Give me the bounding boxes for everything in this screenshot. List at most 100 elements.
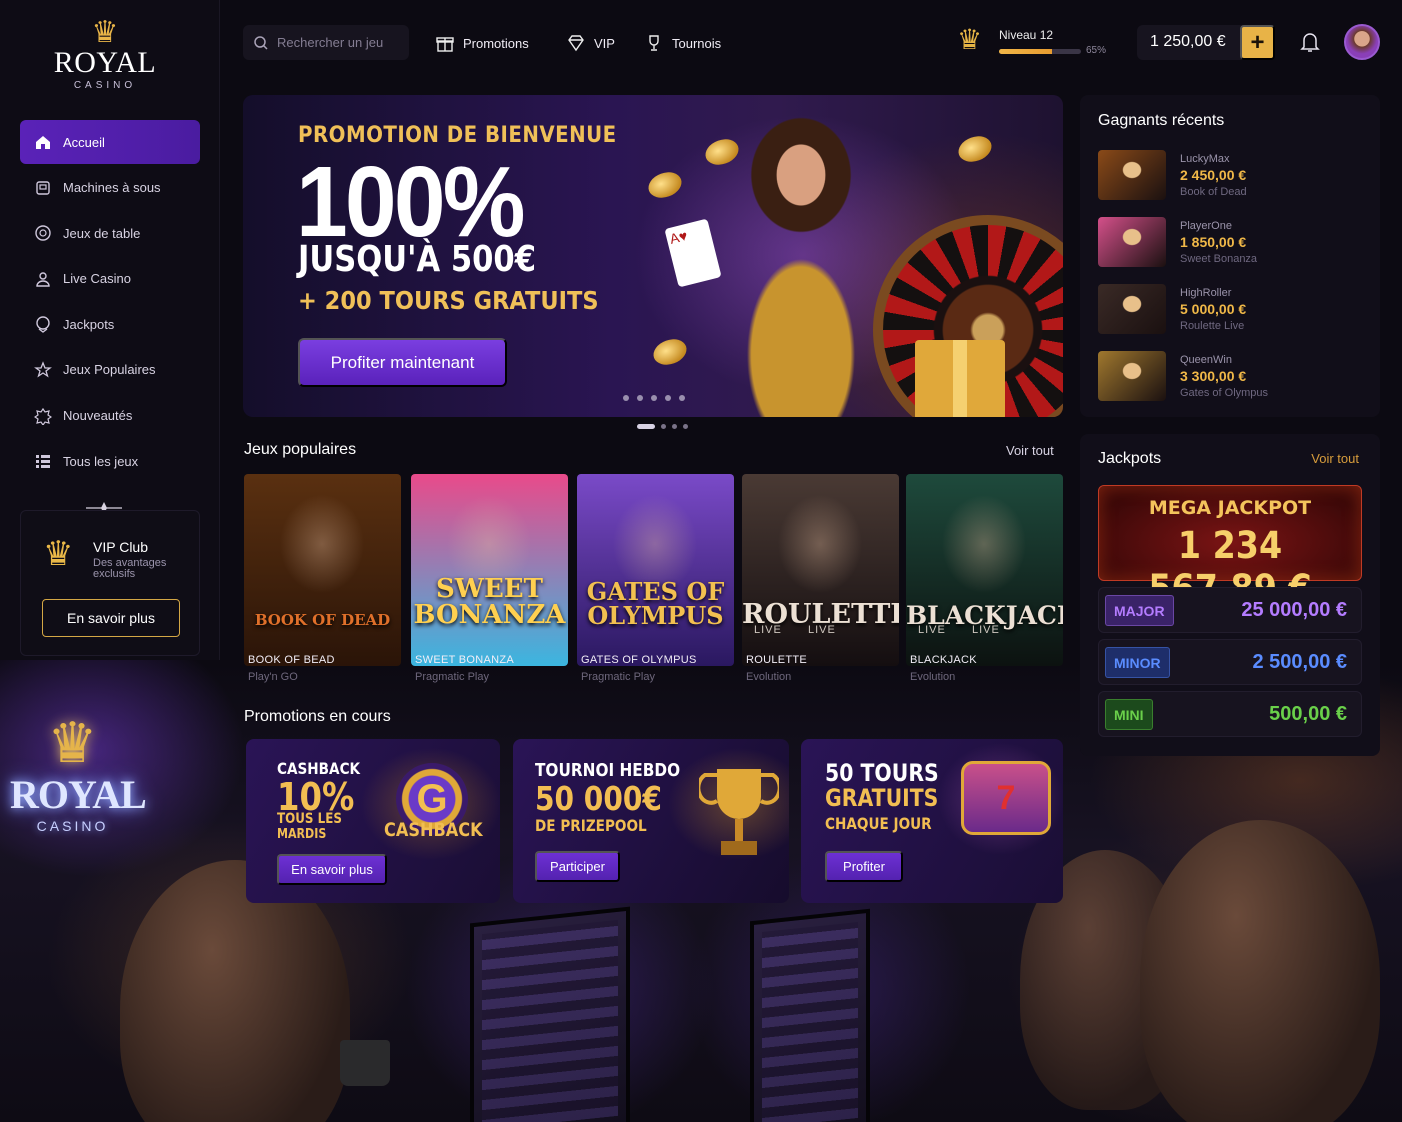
winner-game-thumbnail xyxy=(1098,351,1166,401)
carousel-dot[interactable] xyxy=(683,424,688,429)
brand-logo[interactable]: ♛ ROYAL CASINO xyxy=(40,16,170,92)
cashback-learn-more-button[interactable]: En savoir plus xyxy=(277,854,387,885)
winner-item[interactable]: HighRoller 5 000,00 € Roulette Live xyxy=(1098,284,1368,336)
game-name: BLACKJACK xyxy=(910,654,977,666)
chip-icon xyxy=(35,225,51,241)
winner-item[interactable]: PlayerOne 1 850,00 € Sweet Bonanza xyxy=(1098,217,1368,269)
vip-crown-icon: ♛ xyxy=(43,535,74,573)
jackpot-tier-value: 25 000,00 € xyxy=(1241,599,1347,621)
mega-jackpot-card[interactable]: MEGA JACKPOT 1 234 567,89 € xyxy=(1098,485,1362,610)
coffee-mug xyxy=(340,1040,390,1086)
vip-description: Des avantages exclusifs xyxy=(93,557,167,580)
search-input[interactable] xyxy=(277,35,397,50)
brand-subtitle: CASINO xyxy=(73,80,137,91)
level-label: Niveau 12 xyxy=(999,28,1054,42)
sidebar-item-jackpots[interactable]: Jackpots xyxy=(20,302,200,346)
popular-games-row: BOOK OF DEAD BOOK OF BEAD Play'n GO SWEE… xyxy=(244,474,1064,689)
recent-winners-panel: Gagnants récents LuckyMax 2 450,00 € Boo… xyxy=(1080,95,1380,417)
popular-see-all-link[interactable]: Voir tout xyxy=(1006,443,1054,458)
game-card[interactable]: BOOK OF DEAD BOOK OF BEAD Play'n GO xyxy=(244,474,401,689)
carousel-dot[interactable] xyxy=(672,424,677,429)
coin-image xyxy=(954,131,996,167)
top-bar: Promotions VIP Tournois ♛ Niveau 12 65% … xyxy=(220,0,1402,84)
hero-inner-dots xyxy=(623,395,685,401)
winner-game: Book of Dead xyxy=(1180,186,1247,198)
winner-item[interactable]: LuckyMax 2 450,00 € Book of Dead xyxy=(1098,150,1368,202)
wallet-balance[interactable]: 1 250,00 € + xyxy=(1137,25,1275,60)
deposit-button[interactable]: + xyxy=(1240,25,1275,60)
trophy-icon xyxy=(649,35,659,51)
game-thumbnail[interactable]: ROULETTE LIVE LIVE xyxy=(742,474,899,666)
sidebar-item-live-casino[interactable]: Live Casino xyxy=(20,257,200,301)
winner-amount: 3 300,00 € xyxy=(1180,368,1247,384)
game-name: SWEET BONANZA xyxy=(415,654,515,666)
sidebar-item-accueil[interactable]: Accueil xyxy=(20,120,200,164)
jackpot-tier-value: 2 500,00 € xyxy=(1252,651,1347,673)
sidebar-item-machines-a-sous[interactable]: Machines à sous xyxy=(20,166,200,210)
winner-game: Roulette Live xyxy=(1180,320,1245,332)
vip-learn-more-button[interactable]: En savoir plus xyxy=(42,599,180,637)
winner-item[interactable]: QueenWin 3 300,00 € Gates of Olympus xyxy=(1098,351,1368,403)
sidebar-item-jeux-de-table[interactable]: Jeux de table xyxy=(20,211,200,255)
winner-amount: 2 450,00 € xyxy=(1180,167,1247,183)
slot-machine-icon xyxy=(36,180,50,195)
list-icon xyxy=(36,455,50,469)
winner-game: Gates of Olympus xyxy=(1180,387,1269,399)
jackpots-see-all-link[interactable]: Voir tout xyxy=(1311,451,1359,466)
winner-amount: 5 000,00 € xyxy=(1180,301,1247,317)
winner-game-thumbnail xyxy=(1098,284,1166,334)
winner-game-thumbnail xyxy=(1098,150,1166,200)
mega-jackpot-label: MEGA JACKPOT xyxy=(1148,497,1312,519)
sidebar-item-label: Jeux Populaires xyxy=(63,362,156,378)
jackpot-tier-tag: MAJOR xyxy=(1105,595,1174,626)
bell-icon[interactable] xyxy=(1300,31,1320,53)
game-thumbnail[interactable]: GATES OF OLYMPUS xyxy=(577,474,734,666)
sidebar-item-label: Jackpots xyxy=(63,316,115,332)
jackpot-tier-minor[interactable]: MINOR 2 500,00 € xyxy=(1098,639,1362,685)
hero-upto: JUSQU'À 500€ xyxy=(298,239,537,280)
vip-club-card: ♛ VIP Club Des avantages exclusifs En sa… xyxy=(20,510,200,656)
level-crown-icon: ♛ xyxy=(957,24,983,55)
winner-amount: 1 850,00 € xyxy=(1180,234,1247,250)
dealer-icon xyxy=(36,272,50,287)
promo-card-free-spins[interactable]: 50 TOURS GRATUITS CHAQUE JOUR 7 Profiter xyxy=(801,739,1063,903)
game-card[interactable]: SWEET BONANZA SWEET BONANZA Pragmatic Pl… xyxy=(411,474,568,689)
popular-games-title: Jeux populaires xyxy=(244,441,357,458)
sidebar-item-label: Machines à sous xyxy=(63,180,161,196)
jackpot-tier-major[interactable]: MAJOR 25 000,00 € xyxy=(1098,587,1362,633)
game-thumbnail[interactable]: SWEET BONANZA xyxy=(411,474,568,666)
promo-card-tournament[interactable]: TOURNOI HEBDO 50 000€ DE PRIZEPOOL Parti… xyxy=(513,739,789,903)
crown-icon: ♛ xyxy=(91,16,119,49)
promo-card-cashback[interactable]: CASHBACK 10% TOUS LES MARDIS G CASHBACK … xyxy=(246,739,500,903)
nav-link-vip[interactable]: VIP xyxy=(566,32,615,54)
game-card[interactable]: GATES OF OLYMPUS GATES OF OLYMPUS Pragma… xyxy=(577,474,734,689)
monitor-left xyxy=(470,906,630,1122)
user-avatar[interactable] xyxy=(1344,24,1380,60)
star-icon xyxy=(34,361,52,378)
carousel-dots[interactable] xyxy=(637,424,688,429)
hero-cta-button[interactable]: Profiter maintenant xyxy=(298,338,507,387)
hero-banner[interactable]: A♥ PROMOTION DE BIENVENUE 100% JUSQU'À 5… xyxy=(243,95,1063,417)
game-name: BOOK OF BEAD xyxy=(248,654,335,666)
jackpots-title: Jackpots xyxy=(1098,450,1162,467)
search-box[interactable] xyxy=(243,25,409,60)
winner-username: QueenWin xyxy=(1180,354,1232,366)
game-name: GATES OF OLYMPUS xyxy=(581,654,697,666)
sidebar-item-label: Nouveautés xyxy=(63,408,133,424)
nav-link-promotions[interactable]: Promotions xyxy=(435,32,529,54)
game-card[interactable]: BLACKJACK LIVE LIVE BLACKJACK Evolution xyxy=(906,474,1063,689)
nav-link-tournois[interactable]: Tournois xyxy=(644,32,721,54)
carousel-dot[interactable] xyxy=(637,424,655,429)
sidebar-item-jeux-populaires[interactable]: Jeux Populaires xyxy=(20,348,200,392)
sidebar-item-tous-les-jeux[interactable]: Tous les jeux xyxy=(20,439,200,483)
free-spins-button[interactable]: Profiter xyxy=(825,851,903,882)
sidebar-item-nouveautes[interactable]: Nouveautés xyxy=(20,394,200,438)
game-thumbnail[interactable]: BLACKJACK LIVE LIVE xyxy=(906,474,1063,666)
player-level[interactable]: ♛ Niveau 12 65% xyxy=(957,26,1117,60)
game-card[interactable]: ROULETTE LIVE LIVE ROULETTE Evolution xyxy=(742,474,899,689)
jackpot-tier-mini[interactable]: MINI 500,00 € xyxy=(1098,691,1362,737)
game-thumbnail[interactable]: BOOK OF DEAD xyxy=(244,474,401,666)
tournament-participate-button[interactable]: Participer xyxy=(535,851,620,882)
game-logo-art: BOOK OF DEAD xyxy=(254,611,391,629)
carousel-dot[interactable] xyxy=(661,424,666,429)
